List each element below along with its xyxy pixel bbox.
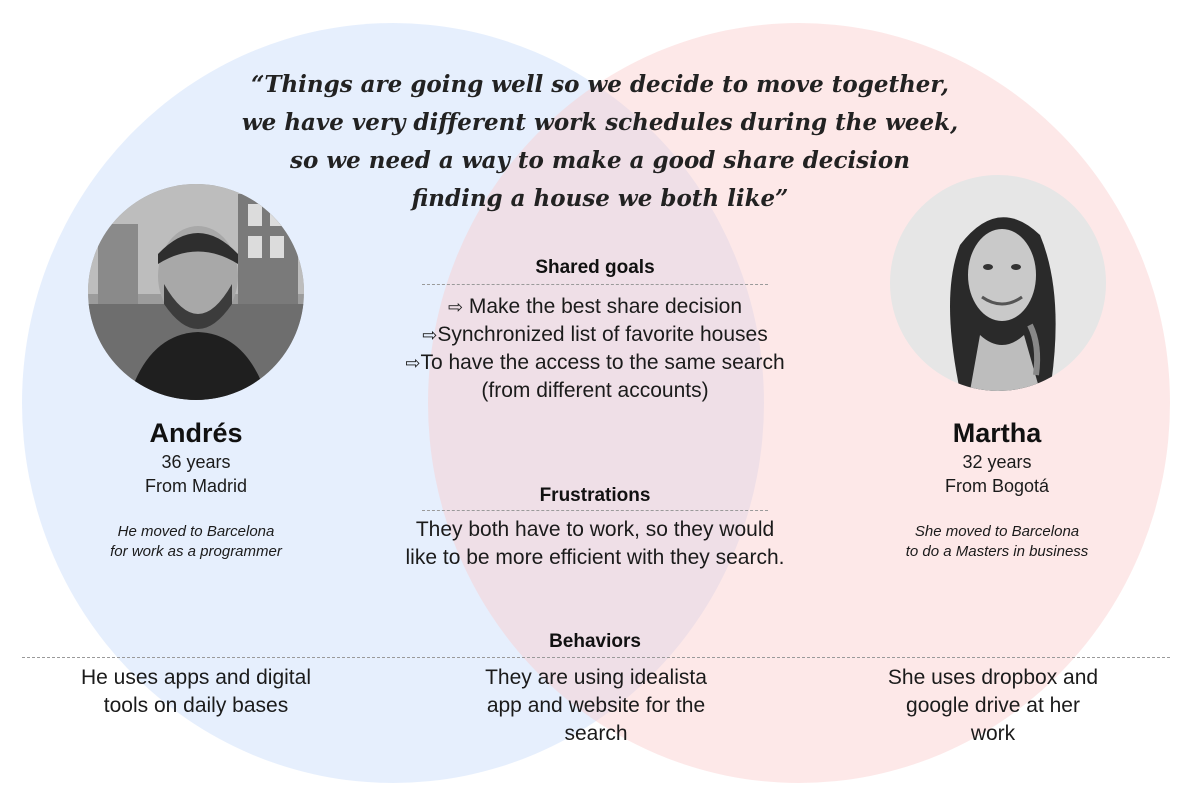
persona-origin: From Madrid	[144, 476, 247, 496]
shared-quote: “Things are going well so we decide to m…	[200, 66, 1000, 218]
frustrations-line: They both have to work, so they would	[415, 518, 775, 541]
behavior-andres: He uses apps and digital tools on daily …	[56, 664, 336, 720]
persona-age: 36 years	[161, 452, 231, 472]
frustrations-title: Frustrations	[539, 485, 651, 506]
behaviors-divider	[22, 657, 1170, 658]
goal-text: Make the best share decision	[463, 295, 743, 318]
list-item: ⇨ Make the best share decision	[340, 293, 850, 321]
behavior-martha: She uses dropbox and google drive at her…	[863, 664, 1123, 748]
behavior-line: He uses apps and digital	[81, 666, 311, 689]
persona-bio-line: to do a Masters in business	[905, 543, 1089, 560]
quote-line: we have very different work schedules du…	[241, 109, 959, 136]
goal-text: Synchronized list of favorite houses	[437, 323, 768, 346]
persona-martha: Martha 32 years From Bogotá She moved to…	[877, 416, 1117, 562]
venn-diagram: “Things are going well so we decide to m…	[0, 0, 1200, 800]
behavior-line: She uses dropbox and	[887, 666, 1099, 689]
frustrations-text: They both have to work, so they would li…	[360, 516, 830, 572]
persona-bio: She moved to Barcelona to do a Masters i…	[877, 522, 1117, 562]
quote-line: finding a house we both like”	[411, 185, 789, 212]
list-item: ⇨Synchronized list of favorite houses	[340, 321, 850, 349]
persona-name: Martha	[952, 418, 1042, 448]
behavior-line: They are using idealista	[485, 666, 707, 689]
frustrations-divider	[422, 510, 768, 511]
persona-andres: Andrés 36 years From Madrid He moved to …	[76, 416, 316, 562]
martha-avatar	[890, 175, 1106, 391]
persona-age: 32 years	[962, 452, 1032, 472]
persona-origin: From Bogotá	[944, 476, 1050, 496]
frustrations-line: like to be more efficient with they sear…	[405, 546, 785, 569]
list-item: ⇨To have the access to the same search	[340, 349, 850, 377]
persona-name: Andrés	[149, 418, 243, 448]
shared-goals-list: ⇨ Make the best share decision ⇨Synchron…	[340, 293, 850, 405]
andres-avatar	[88, 184, 304, 400]
behaviors-title: Behaviors	[549, 631, 641, 652]
quote-line: “Things are going well so we decide to m…	[251, 71, 949, 98]
persona-bio: He moved to Barcelona for work as a prog…	[76, 522, 316, 562]
persona-bio-line: He moved to Barcelona	[117, 523, 275, 540]
list-item-continuation: (from different accounts)	[481, 379, 709, 402]
arrow-right-icon: ⇨	[447, 297, 464, 317]
quote-line: so we need a way to make a good share de…	[290, 147, 910, 174]
arrow-right-icon: ⇨	[422, 325, 438, 345]
behavior-shared: They are using idealista app and website…	[456, 664, 736, 748]
behavior-line: search	[564, 722, 628, 745]
goal-text: To have the access to the same search	[420, 351, 785, 374]
behavior-line: app and website for the	[486, 694, 706, 717]
behavior-line: tools on daily bases	[103, 694, 289, 717]
persona-bio-line: She moved to Barcelona	[914, 523, 1080, 540]
persona-bio-line: for work as a programmer	[110, 543, 282, 560]
shared-goals-divider	[422, 284, 768, 285]
arrow-right-icon: ⇨	[405, 353, 421, 373]
behavior-line: google drive at her	[906, 694, 1080, 717]
behavior-line: work	[970, 722, 1016, 745]
shared-goals-title: Shared goals	[535, 257, 655, 278]
